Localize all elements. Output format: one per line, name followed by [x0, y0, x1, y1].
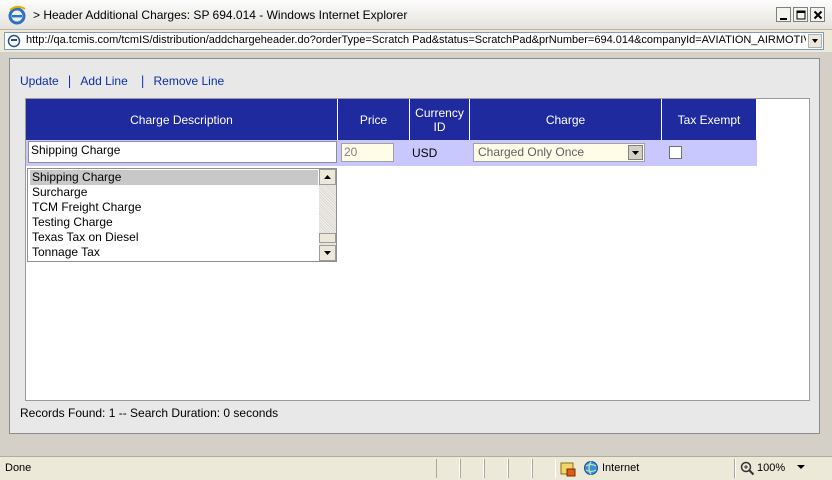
- chevron-down-icon: [812, 39, 818, 43]
- content-frame: Update | Add Line | Remove Line Charge D…: [9, 58, 820, 434]
- chevron-down-icon[interactable]: [797, 465, 805, 471]
- charge-select-value: Charged Only Once: [478, 145, 585, 159]
- records-summary: Records Found: 1 -- Search Duration: 0 s…: [20, 406, 279, 420]
- price-input[interactable]: 20: [341, 143, 394, 162]
- status-pane: [460, 459, 484, 478]
- status-pane: [436, 459, 460, 478]
- address-dropdown-button[interactable]: [808, 34, 822, 48]
- maximize-button[interactable]: [793, 7, 808, 22]
- column-header-tax-exempt[interactable]: Tax Exempt: [662, 99, 757, 140]
- status-pane: [484, 459, 508, 478]
- column-header-charge[interactable]: Charge: [470, 99, 662, 140]
- maximize-icon: [796, 10, 806, 20]
- zoom-icon[interactable]: [740, 461, 755, 476]
- add-line-link[interactable]: Add Line: [80, 74, 127, 88]
- column-header-charge-description[interactable]: Charge Description: [26, 99, 338, 140]
- charge-select-arrow[interactable]: [628, 145, 643, 160]
- chevron-down-icon: [324, 251, 331, 255]
- zoom-level[interactable]: 100%: [757, 462, 785, 474]
- charges-grid: Charge Description Price Currency ID Cha…: [25, 98, 810, 401]
- address-bar: http://qa.tcmis.com/tcmIS/distribution/a…: [0, 30, 832, 52]
- chevron-up-icon: [324, 175, 331, 179]
- window-title: > Header Additional Charges: SP 694.014 …: [33, 8, 408, 22]
- link-separator: |: [140, 74, 145, 88]
- security-zone: Internet: [602, 462, 640, 474]
- list-item[interactable]: TCM Freight Charge: [30, 200, 318, 215]
- scroll-up-button[interactable]: [319, 169, 336, 185]
- update-link[interactable]: Update: [20, 74, 59, 88]
- protected-mode-icon[interactable]: [560, 461, 576, 477]
- currency-header-line1: Currency: [415, 105, 464, 120]
- address-url: http://qa.tcmis.com/tcmIS/distribution/a…: [26, 34, 806, 46]
- remove-line-link[interactable]: Remove Line: [153, 74, 224, 88]
- charge-description-listbox[interactable]: Shipping Charge Surcharge TCM Freight Ch…: [27, 168, 337, 262]
- charge-select[interactable]: Charged Only Once: [473, 143, 645, 162]
- status-pane: [532, 459, 556, 478]
- currency-header-line2: ID: [433, 119, 446, 134]
- charge-description-input[interactable]: Shipping Charge: [28, 141, 337, 163]
- internet-explorer-icon: [8, 5, 26, 25]
- scroll-down-button[interactable]: [319, 245, 336, 261]
- column-header-currency-id[interactable]: Currency ID: [410, 99, 470, 140]
- link-separator: |: [67, 74, 72, 88]
- page-icon: [7, 34, 21, 48]
- title-bar: > Header Additional Charges: SP 694.014 …: [0, 0, 832, 30]
- status-bar: Done Internet 100%: [0, 456, 832, 480]
- chevron-down-icon: [632, 151, 639, 155]
- currency-value: USD: [412, 146, 438, 160]
- globe-icon: [584, 461, 598, 475]
- scroll-thumb[interactable]: [319, 233, 336, 243]
- status-pane: [508, 459, 532, 478]
- list-item[interactable]: Tonnage Tax: [30, 245, 318, 260]
- action-links: Update | Add Line | Remove Line: [20, 74, 224, 88]
- status-text: Done: [5, 462, 32, 474]
- tax-exempt-checkbox[interactable]: [669, 146, 682, 159]
- minimize-icon: [780, 18, 787, 20]
- column-header-price[interactable]: Price: [338, 99, 410, 140]
- list-item[interactable]: Texas Tax on Diesel: [30, 230, 318, 245]
- address-field[interactable]: http://qa.tcmis.com/tcmIS/distribution/a…: [4, 32, 824, 50]
- listbox-scrollbar[interactable]: [319, 169, 336, 261]
- list-item[interactable]: Shipping Charge: [30, 170, 318, 185]
- close-icon: [813, 10, 823, 20]
- status-pane: [734, 459, 736, 478]
- close-button[interactable]: [810, 7, 825, 22]
- minimize-button[interactable]: [776, 7, 791, 22]
- list-item[interactable]: Surcharge: [30, 185, 318, 200]
- list-item[interactable]: Testing Charge: [30, 215, 318, 230]
